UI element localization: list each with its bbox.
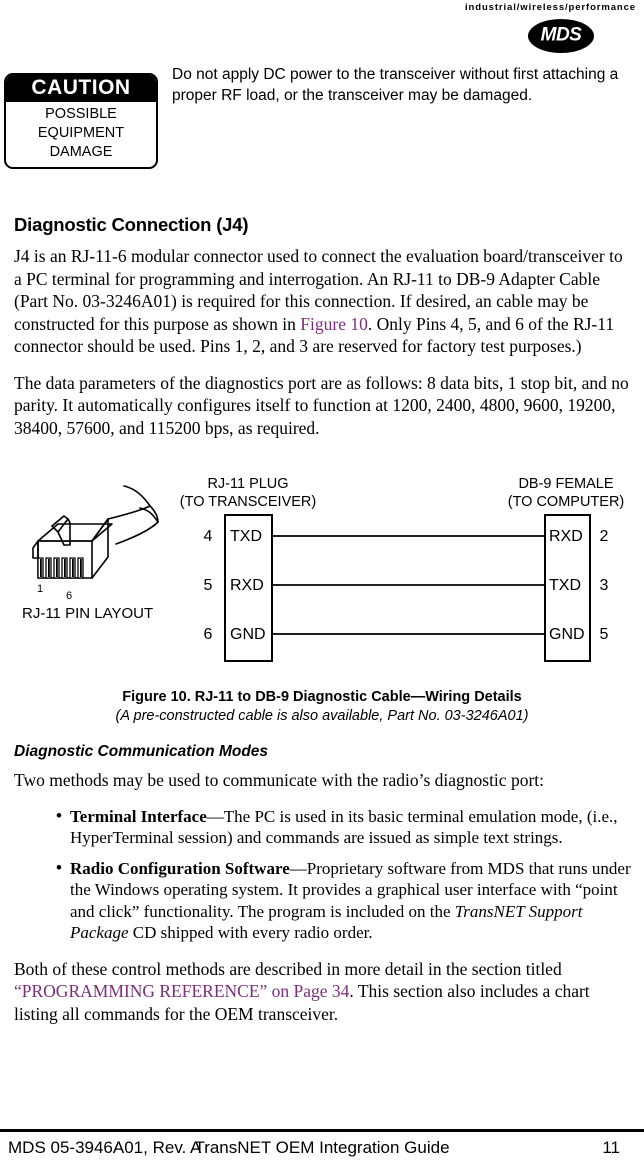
mds-logo-text: MDS [540, 24, 582, 46]
left-connector-title-line-2: (TO TRANSCEIVER) [180, 494, 316, 510]
section-diagnostic-connection: Diagnostic Connection (J4) J4 is an RJ-1… [14, 214, 634, 453]
row-3-left-signal: GND [230, 626, 266, 643]
row-1-left-pin: 4 [204, 528, 213, 545]
caution-subtitle-line-3: DAMAGE [49, 144, 113, 160]
figure-caption-line-2: (A pre-constructed cable is also availab… [115, 708, 529, 724]
list-item-term: Terminal Interface [70, 806, 207, 826]
row-2-left-pin: 5 [204, 577, 213, 594]
caution-subtitle-line-2: EQUIPMENT [37, 125, 125, 141]
list-item-term: Radio Configuration Software [70, 858, 290, 878]
section-diagnostic-communication-modes: Diagnostic Communication Modes Two metho… [14, 743, 634, 1039]
bullet-icon: • [56, 857, 62, 877]
bullet-icon: • [56, 805, 62, 825]
footer-page-number: 11 [602, 1138, 620, 1157]
brand-header: industrial/wireless/performance MDS [428, 0, 638, 58]
right-connector-title-line-2: (TO COMPUTER) [508, 494, 625, 510]
caution-box: CAUTION POSSIBLE EQUIPMENT DAMAGE [4, 73, 158, 169]
row-3-right-pin: 5 [600, 626, 609, 643]
caution-message: Do not apply DC power to the transceiver… [172, 66, 619, 104]
row-2-left-signal: RXD [230, 577, 264, 594]
right-connector-title-line-1: DB-9 FEMALE [518, 476, 613, 492]
paragraph-closing-text-a: Both of these control methods are descri… [14, 958, 562, 979]
footer-divider [0, 1129, 644, 1132]
list-item-description-b: CD shipped with every radio order. [128, 923, 373, 942]
caution-title: CAUTION [6, 75, 156, 102]
paragraph-modes-intro: Two methods may be used to communicate w… [14, 770, 544, 790]
brand-tagline: industrial/wireless/performance [465, 2, 636, 13]
mds-logo-ellipse-icon: MDS [528, 19, 594, 53]
figure-10: 1 6 RJ-11 PIN LAYOUT RJ-11 PLUG (TO TRAN… [0, 466, 644, 724]
wiring-diagram: 1 6 RJ-11 PIN LAYOUT RJ-11 PLUG (TO TRAN… [22, 476, 625, 662]
wire-row-2: 5 RXD TXD 3 [204, 577, 609, 594]
row-3-right-signal: GND [549, 626, 585, 643]
row-1-left-signal: TXD [230, 528, 262, 545]
programming-reference-link[interactable]: “PROGRAMMING REFERENCE” on Page 34 [14, 981, 349, 1001]
row-1-right-signal: RXD [549, 528, 583, 545]
paragraph-j4-description: J4 is an RJ-11-6 modular connector used … [14, 245, 634, 358]
row-2-right-pin: 3 [600, 577, 609, 594]
modes-list: • Terminal Interface—The PC is used in it… [14, 806, 634, 944]
row-1-right-pin: 2 [600, 528, 609, 545]
rj11-pin-6-label: 6 [66, 590, 72, 602]
rj11-pin-layout-label: RJ-11 PIN LAYOUT [22, 605, 153, 622]
paragraph-closing: Both of these control methods are descri… [14, 958, 634, 1026]
row-3-left-pin: 6 [204, 626, 213, 643]
row-2-right-signal: TXD [549, 577, 581, 594]
rj11-connector-illustration [32, 485, 159, 579]
list-item: • Terminal Interface—The PC is used in it… [56, 806, 634, 849]
page-title: Diagnostic Connection (J4) [14, 214, 249, 235]
rj11-pin-1-label: 1 [37, 583, 43, 595]
wire-row-3: 6 GND GND 5 [204, 626, 609, 643]
footer-title: TransNET OEM Integration Guide [194, 1138, 450, 1157]
wire-row-1: 4 TXD RXD 2 [204, 528, 609, 545]
figure-caption: Figure 10. RJ-11 to DB-9 Diagnostic Cabl… [0, 688, 644, 726]
mds-logo: MDS [428, 19, 638, 58]
figure-caption-line-1: Figure 10. RJ-11 to DB-9 Diagnostic Cabl… [122, 689, 522, 705]
paragraph-data-parameters: The data parameters of the diagnostics p… [14, 372, 629, 438]
page-footer: MDS 05-3946A01, Rev. A TransNET OEM Inte… [0, 1136, 644, 1166]
caution-subtitle: POSSIBLE EQUIPMENT DAMAGE [6, 102, 156, 167]
figure-10-link[interactable]: Figure 10 [300, 314, 368, 334]
caution-subtitle-line-1: POSSIBLE [45, 106, 117, 122]
list-item: • Radio Configuration Software—Proprietar… [56, 858, 634, 944]
subsection-title: Diagnostic Communication Modes [14, 743, 269, 760]
left-connector-title-line-1: RJ-11 PLUG [207, 476, 288, 492]
